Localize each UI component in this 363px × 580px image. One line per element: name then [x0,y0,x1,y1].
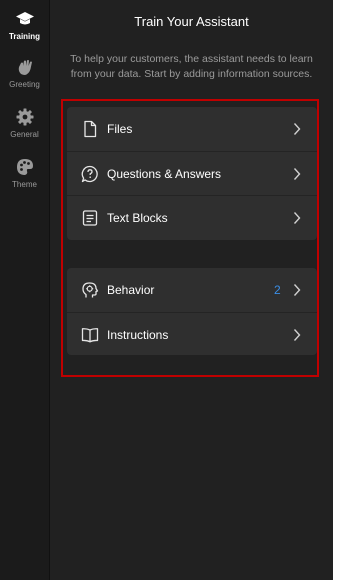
sources-group: Files Questions & Answers Text Blocks [67,107,317,240]
row-behavior[interactable]: Behavior 2 [67,268,317,312]
config-group: Behavior 2 Instructions [67,268,317,355]
row-instructions[interactable]: Instructions [67,312,317,355]
count-badge: 2 [274,283,281,297]
file-icon [84,120,97,138]
head-gear-icon [82,282,99,298]
row-label: Behavior [107,283,155,297]
sidebar-item-theme[interactable]: Theme [0,153,49,195]
page-subtitle: To help your customers, the assistant ne… [70,53,313,80]
graduation-cap-icon [15,12,34,25]
chevron-right-icon [293,168,301,180]
row-questions-answers[interactable]: Questions & Answers [67,151,317,196]
question-chat-icon [81,165,98,183]
row-text-blocks[interactable]: Text Blocks [67,195,317,240]
row-files[interactable]: Files [67,107,317,151]
chevron-right-icon [293,329,301,341]
text-document-icon [82,210,98,226]
sidebar: Training Greeting General Theme [0,0,50,580]
row-label: Instructions [107,328,169,342]
main-panel: Train Your Assistant To help your custom… [50,0,333,580]
row-label: Text Blocks [107,211,168,225]
sidebar-item-greeting[interactable]: Greeting [0,53,49,95]
chevron-right-icon [293,284,301,296]
chevron-right-icon [293,212,301,224]
palette-icon [16,159,33,175]
row-label: Files [107,122,133,136]
app-window: Training Greeting General Theme Train Yo… [0,0,333,580]
sidebar-item-training[interactable]: Training [0,5,49,47]
book-icon [81,328,99,343]
sidebar-item-label: Greeting [9,80,40,89]
gear-icon [16,108,33,126]
sidebar-item-general[interactable]: General [0,103,49,145]
page-title: Train Your Assistant [134,14,249,29]
chevron-right-icon [293,123,301,135]
sidebar-item-label: Training [8,32,41,41]
waving-hand-icon [18,60,32,75]
sidebar-item-label: General [10,130,39,139]
row-label: Questions & Answers [107,167,222,181]
sidebar-item-label: Theme [12,180,37,189]
